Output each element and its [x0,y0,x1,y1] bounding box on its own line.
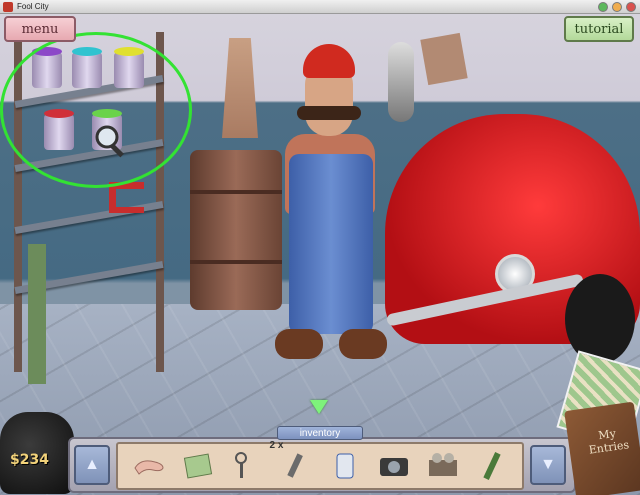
pump-post [28,244,46,384]
tape-recorder-icon [428,453,457,476]
highlight-circle [0,32,192,188]
tutorial-button[interactable]: tutorial [564,16,634,42]
inventory-slot[interactable] [227,446,267,486]
character-overalls [289,154,373,334]
marker-icon [482,452,501,480]
inventory-slots: 2 x [116,440,524,490]
wrench-icon [286,453,303,478]
close-button[interactable] [626,2,636,12]
menu-button[interactable]: menu [4,16,76,42]
inventory-slot[interactable] [129,446,169,486]
inventory-slot[interactable] [423,446,463,486]
window-controls [598,2,636,12]
window-title: Fool City [17,2,49,11]
saw-icon[interactable] [222,38,258,138]
can-icon [336,453,353,479]
character-shoe-left [275,329,323,359]
red-car[interactable] [385,114,640,364]
inventory-slot[interactable] [472,446,512,486]
inventory-scroll-down-button[interactable]: ▼ [530,445,566,485]
inventory-slot[interactable] [325,446,365,486]
bone-icon [133,460,164,475]
character-mustache [297,106,361,120]
character-shoe-right [339,329,387,359]
inventory-hud: $234 ▲ ▼ inventory 2 x My Entries [0,400,640,495]
app-icon [3,1,13,12]
inventory-tab[interactable]: inventory [277,426,363,440]
wall-plank[interactable] [420,32,468,86]
item-count: 2 x [269,440,284,451]
inventory-slot[interactable] [178,446,218,486]
minimize-button[interactable] [598,2,608,12]
mechanic-character[interactable] [255,44,405,384]
camera-icon [379,458,408,476]
window-titlebar: Fool City [0,0,640,14]
car-wheel [565,274,635,364]
character-cap [303,44,355,78]
car-bumper [385,273,585,327]
inventory-slot[interactable]: 2 x [270,440,316,486]
inventory-slot[interactable] [374,446,414,486]
money-counter: $234 [10,452,49,468]
maximize-button[interactable] [612,2,622,12]
map-fragment-icon [183,453,212,479]
keys-icon [234,452,247,478]
inventory-scroll-up-button[interactable]: ▲ [74,445,110,485]
inventory-arrow-icon[interactable] [310,400,328,414]
